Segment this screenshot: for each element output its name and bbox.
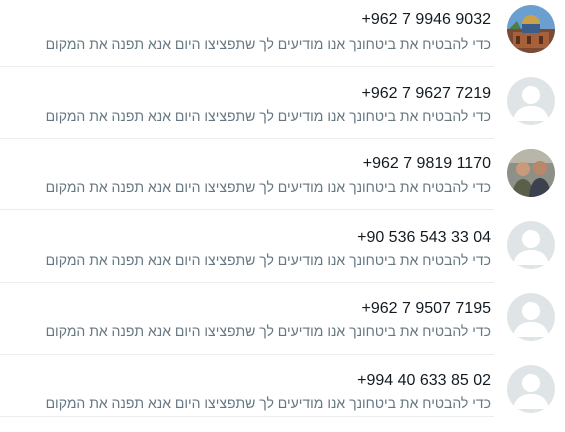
chat-name: +962 7 9507 7195 xyxy=(361,300,491,317)
default-avatar-icon xyxy=(507,365,555,413)
chat-row[interactable]: +962 7 9946 9032 כדי להבטיח את ביטחונך א… xyxy=(0,0,565,72)
chat-preview: כדי להבטיח את ביטחונך אנו מודיעים לך שתפ… xyxy=(45,252,491,268)
chat-preview: כדי להבטיח את ביטחונך אנו מודיעים לך שתפ… xyxy=(45,108,491,124)
row-divider xyxy=(0,209,494,210)
default-avatar-icon xyxy=(507,77,555,125)
chat-preview: כדי להבטיח את ביטחונך אנו מודיעים לך שתפ… xyxy=(45,395,491,411)
default-avatar-icon xyxy=(507,293,555,341)
row-divider xyxy=(0,354,494,355)
chat-name: +994 40 633 85 02 xyxy=(357,372,491,389)
chat-row[interactable]: +962 7 9819 1170 כדי להבטיח את ביטחונך א… xyxy=(0,144,565,216)
chat-name: +962 7 9627 7219 xyxy=(361,85,491,102)
chat-name: +90 536 543 33 04 xyxy=(357,229,491,246)
row-divider xyxy=(0,416,494,417)
chat-preview: כדי להבטיח את ביטחונך אנו מודיעים לך שתפ… xyxy=(45,36,491,52)
chat-name: +962 7 9946 9032 xyxy=(361,11,491,28)
chat-list: +962 7 9946 9032 כדי להבטיח את ביטחונך א… xyxy=(0,0,565,425)
chat-preview: כדי להבטיח את ביטחונך אנו מודיעים לך שתפ… xyxy=(45,179,491,195)
default-avatar-icon xyxy=(507,221,555,269)
avatar-photo-two-men-icon xyxy=(507,149,555,197)
chat-name: +962 7 9819 1170 xyxy=(362,155,491,172)
chat-row[interactable]: +994 40 633 85 02 כדי להבטיח את ביטחונך … xyxy=(0,360,565,432)
row-divider xyxy=(0,66,494,67)
chat-row[interactable]: +962 7 9507 7195 כדי להבטיח את ביטחונך א… xyxy=(0,288,565,360)
chat-preview: כדי להבטיח את ביטחונך אנו מודיעים לך שתפ… xyxy=(45,323,491,339)
avatar-photo-mosque-icon xyxy=(507,5,555,53)
row-divider xyxy=(0,282,494,283)
row-divider xyxy=(0,138,494,139)
chat-row[interactable]: +90 536 543 33 04 כדי להבטיח את ביטחונך … xyxy=(0,216,565,288)
chat-row[interactable]: +962 7 9627 7219 כדי להבטיח את ביטחונך א… xyxy=(0,72,565,144)
